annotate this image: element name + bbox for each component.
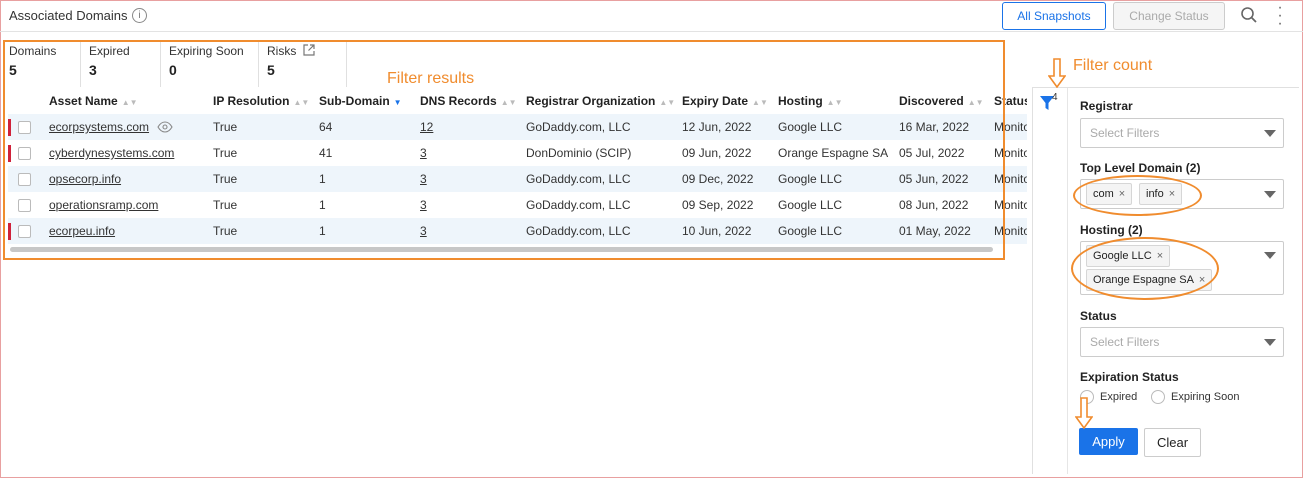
filter-count-badge: 4 [1052,92,1058,103]
expired-radio-label: Expired [1100,391,1138,403]
annotation-filter-count: Filter count [1073,57,1153,74]
chevron-down-icon[interactable] [1264,130,1276,137]
chevron-down-icon[interactable] [1264,252,1276,259]
status-select[interactable]: Select Filters [1080,327,1284,357]
registrar-label: Registrar [1080,99,1133,113]
registrar-select[interactable]: Select Filters [1080,118,1284,148]
change-status-button[interactable]: Change Status [1113,2,1225,30]
chevron-down-icon[interactable] [1264,191,1276,198]
annotation-down-arrow-icon [1048,58,1066,88]
apply-button[interactable]: Apply [1079,428,1138,455]
expiring-soon-radio[interactable] [1151,390,1165,404]
search-icon[interactable] [1240,6,1258,24]
annotation-down-arrow-icon [1075,397,1093,429]
registrar-placeholder: Select Filters [1090,126,1160,140]
more-options-icon[interactable]: · · · [1276,0,1284,32]
clear-button[interactable]: Clear [1144,428,1201,457]
top-bar: Associated Domains i All Snapshots Chang… [0,0,1303,32]
filter-panel-toolbar [1032,88,1068,474]
page-title: Associated Domains [9,8,128,23]
expiration-status-label: Expiration Status [1080,370,1179,384]
expiring-soon-radio-label: Expiring Soon [1171,391,1240,403]
hosting-label: Hosting (2) [1080,223,1143,237]
filter-results-highlight [3,40,1005,260]
all-snapshots-button[interactable]: All Snapshots [1002,2,1106,30]
tld-highlight-ellipse [1073,175,1202,216]
chevron-down-icon[interactable] [1264,339,1276,346]
hosting-highlight-ellipse [1071,237,1219,300]
tld-label: Top Level Domain (2) [1080,161,1201,175]
status-label: Status [1080,309,1117,323]
status-placeholder: Select Filters [1090,335,1160,349]
info-icon[interactable]: i [132,8,147,23]
